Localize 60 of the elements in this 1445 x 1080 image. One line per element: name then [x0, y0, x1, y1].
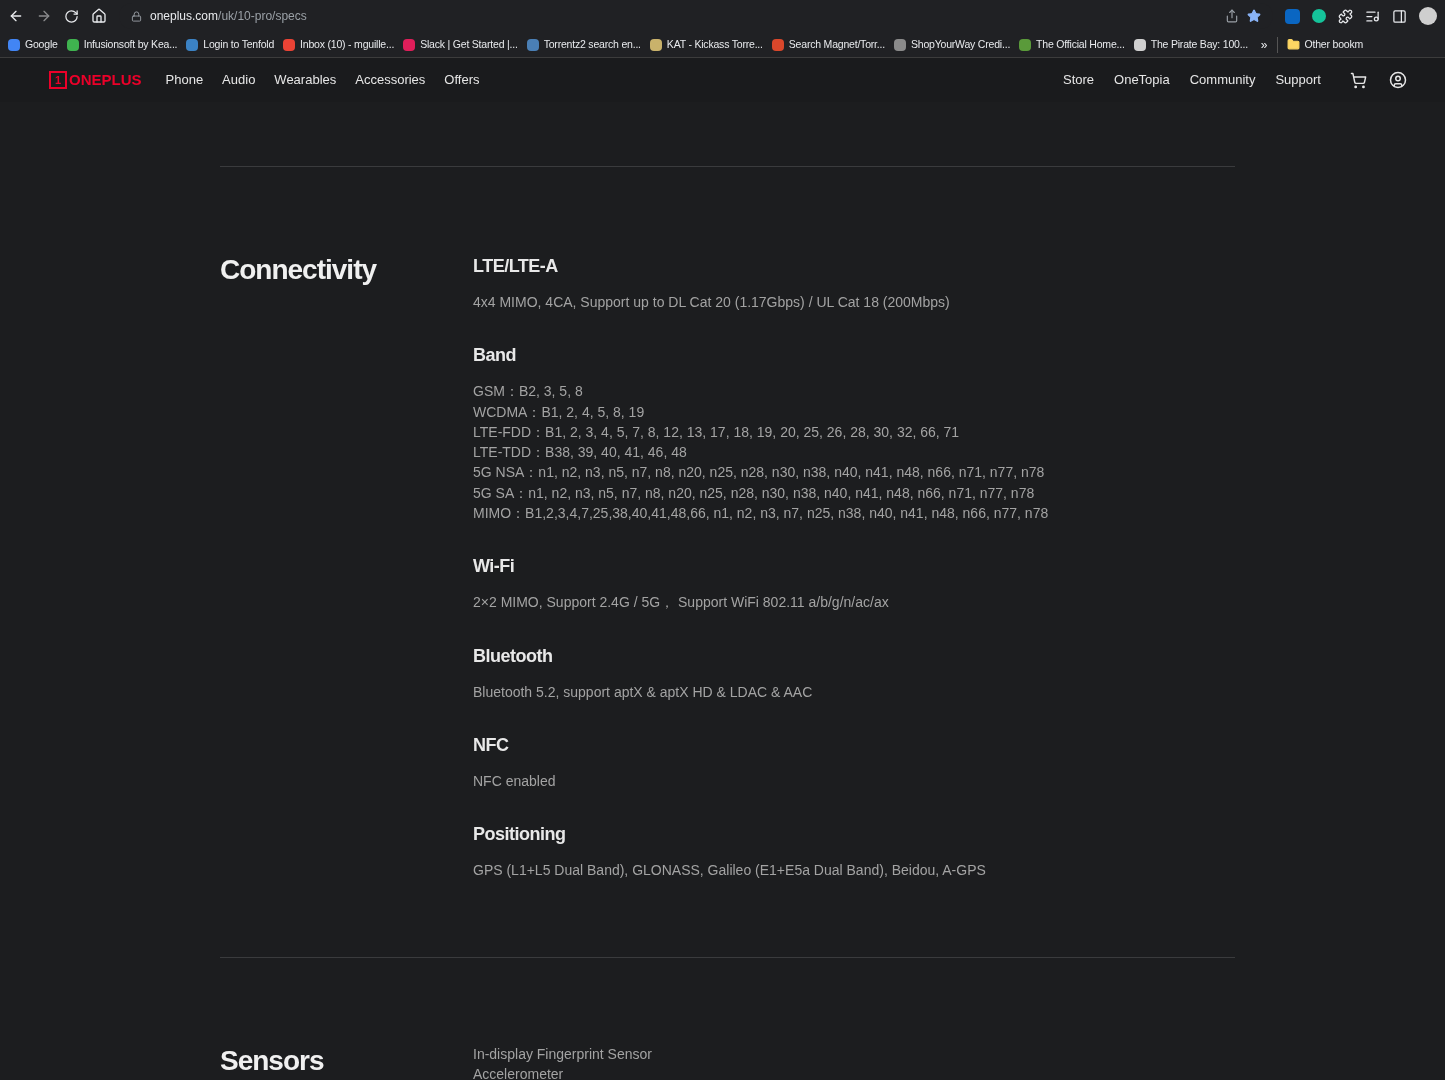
home-icon[interactable]	[91, 8, 107, 24]
bookmark[interactable]: Login to Tenfold	[186, 36, 275, 53]
back-icon[interactable]	[8, 8, 24, 24]
spec-text: LTE-FDD：B1, 2, 3, 4, 5, 7, 8, 12, 13, 17, 18, 19, 20, 25, 26, 28, 30, 32, 66, 71	[473, 422, 960, 442]
extensions-icon[interactable]	[1338, 8, 1353, 24]
cart-icon[interactable]	[1350, 71, 1367, 89]
nav-link[interactable]: Wearables	[274, 70, 337, 90]
spec-text: 5G SA：n1, n2, n3, n5, n7, n8, n20, n25, n28, n30, n38, n40, n41, n48, n66, n71, n77, n78	[473, 483, 1035, 503]
star-icon[interactable]	[1247, 9, 1261, 23]
spec-title: Wi-Fi	[473, 555, 515, 579]
spec-text: GSM：B2, 3, 5, 8	[473, 382, 583, 402]
nav-link[interactable]: Support	[1275, 70, 1321, 90]
nav-link[interactable]: Accessories	[355, 70, 426, 90]
spec-text: GPS (L1+L5 Dual Band), GLONASS, Galileo (E1+E5a Dual Band), Beidou, A-GPS	[473, 861, 986, 881]
bookmark[interactable]: The Pirate Bay: 100...	[1133, 36, 1248, 53]
bookmark[interactable]: Inbox (10) - mguille...	[283, 36, 395, 53]
spec-title: NFC	[473, 733, 509, 757]
logo[interactable]: 1 ONEPLUS	[49, 68, 142, 92]
bookmark[interactable]: Google	[8, 36, 58, 53]
spec-title: LTE/LTE-A	[473, 255, 558, 278]
nav-link[interactable]: Offers	[444, 70, 480, 90]
account-icon[interactable]	[1389, 71, 1407, 89]
reload-icon[interactable]	[64, 8, 79, 24]
spec-text: MIMO：B1,2,3,4,7,25,38,40,41,48,66, n1, n2, n3, n7, n25, n38, n40, n41, n48, n66, n77, n78	[473, 504, 1049, 524]
spec-text: LTE-TDD：B38, 39, 40, 41, 46, 48	[473, 443, 687, 463]
bookmark[interactable]: Infusionsoft by Kea...	[66, 36, 178, 53]
lock-icon	[131, 10, 142, 22]
spec-text: 4x4 MIMO, 4CA, Support up to DL Cat 20 (1.17Gbps) / UL Cat 18 (200Mbps)	[473, 293, 950, 312]
bookmark[interactable]: ShopYourWay Credi...	[894, 36, 1011, 53]
folder-icon	[1286, 38, 1300, 51]
nav-link[interactable]: Store	[1062, 70, 1095, 90]
url-host: oneplus.com	[150, 8, 219, 25]
spec-title: Positioning	[473, 823, 566, 847]
media-icon[interactable]	[1365, 8, 1380, 24]
more-bookmarks[interactable]: »	[1260, 35, 1268, 54]
spec-text: Bluetooth 5.2, support aptX & aptX HD & LDAC & AAC	[473, 682, 813, 702]
spec-text: WCDMA：B1, 2, 4, 5, 8, 19	[473, 402, 645, 422]
spec-text: Accelerometer	[473, 1064, 564, 1080]
bookmark[interactable]: Search Magnet/Torr...	[771, 36, 885, 53]
section-heading: Sensors	[220, 1043, 325, 1078]
spec-text: In-display Fingerprint Sensor	[473, 1044, 652, 1064]
nav-link[interactable]: OneTopia	[1114, 70, 1170, 90]
spec-title: Bluetooth	[473, 644, 553, 668]
side-panel-icon[interactable]	[1392, 8, 1407, 24]
bookmark[interactable]: KAT - Kickass Torre...	[649, 36, 763, 53]
bookmark[interactable]: Torrentz2 search en...	[526, 36, 641, 53]
spec-text: 5G NSA：n1, n2, n3, n5, n7, n8, n20, n25, n28, n30, n38, n40, n41, n48, n66, n71, n77, n78	[473, 463, 1045, 483]
bookmark-folder[interactable]: Other bookm	[1286, 36, 1364, 53]
nav-link[interactable]: Phone	[165, 70, 204, 90]
bookmark[interactable]: The Official Home...	[1019, 36, 1125, 53]
url-path: /uk/10-pro/specs	[218, 8, 307, 25]
bookmark[interactable]: Slack | Get Started |...	[403, 36, 518, 53]
nav-link[interactable]: Audio	[222, 70, 256, 90]
section-heading: Connectivity	[220, 253, 378, 287]
nav-link[interactable]: Community	[1189, 70, 1256, 90]
share-icon[interactable]	[1225, 9, 1239, 23]
spec-text: 2×2 MIMO, Support 2.4G / 5G， Support WiFi 802.11 a/b/g/n/ac/ax	[473, 593, 889, 613]
spec-text: NFC enabled	[473, 771, 556, 791]
forward-icon[interactable]	[36, 8, 52, 24]
spec-title: Band	[473, 344, 516, 368]
